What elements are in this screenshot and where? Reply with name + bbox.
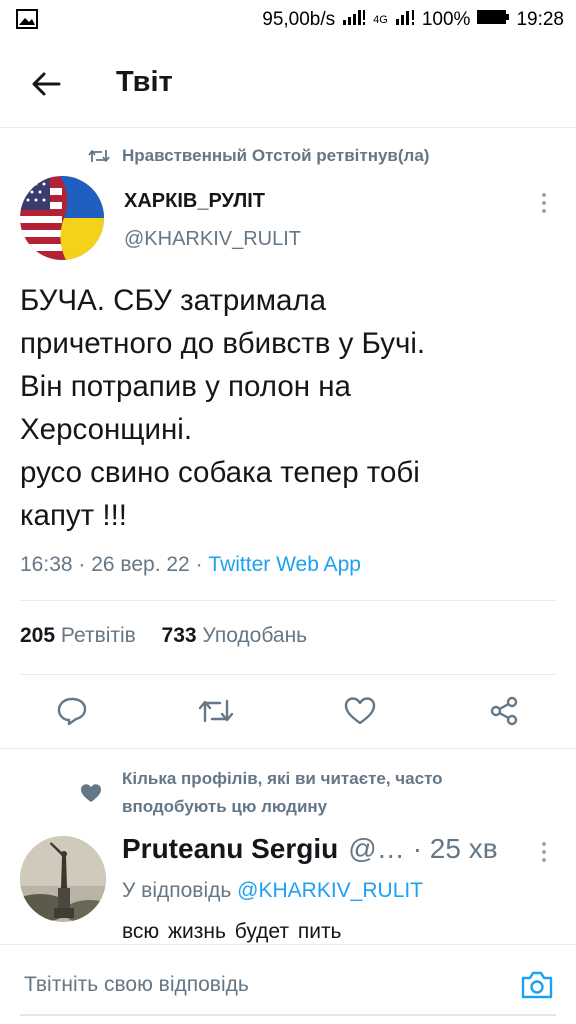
heart-icon [344,697,376,725]
reply-to-handle[interactable]: @KHARKIV_RULIT [237,879,423,902]
reply-author-handle[interactable]: @… [348,833,404,865]
tweet-source-link[interactable]: Twitter Web App [208,553,361,576]
signal-4g-icon [394,8,416,32]
tweet-text-line: Херсонщині. [20,413,193,446]
tweet-text-line: русо свино собака тепер тобі [20,456,420,489]
camera-icon [521,971,553,999]
likes-stat[interactable]: 733 Уподобань [162,624,308,647]
signal-icon [341,8,367,32]
author-handle[interactable]: @KHARKIV_RULIT [124,228,301,251]
reply-author-name[interactable]: Pruteanu Sergiu [122,833,338,865]
camera-button[interactable] [519,967,555,1003]
input-underline [20,1014,556,1016]
reply-text: всю жизнь будет пить [122,920,342,943]
tweet-text: БУЧА. СБУ затримала причетного до вбивст… [20,279,560,537]
share-button[interactable] [486,693,522,729]
more-vertical-icon[interactable] [536,840,552,864]
tweet-text-line: причетного до вбивств у Бучі. [20,327,426,360]
top-bar: Твіт [0,40,576,128]
avatar[interactable] [20,176,104,260]
network-type: 4G [373,14,388,26]
tweet-time: 16:38 [20,553,73,576]
battery-icon [476,8,510,32]
tweet-text-line: БУЧА. СБУ затримала [20,284,327,317]
reply-time: · 25 хв [412,833,498,864]
likes-count: 733 [161,624,197,647]
page-title: Твіт [116,66,173,98]
likes-label: Уподобань [202,624,308,647]
tweet-stats: 205 Ретвітів 733 Уподобань [20,624,307,648]
reply-icon [57,697,87,726]
divider [20,674,556,675]
status-bar: 95,00b/s 4G 100% 19:28 [0,0,576,40]
retweet-icon [88,150,110,162]
gallery-notification-icon [16,9,38,35]
retweet-icon [198,699,234,723]
social-context-text: Кілька профілів, які ви читаєте, часто в… [122,769,443,816]
divider [20,600,556,601]
divider [0,748,576,749]
reply-to-label: У відповідь [122,879,232,902]
reply-to: У відповідь @KHARKIV_RULIT [122,879,423,903]
network-speed: 95,00b/s [262,9,336,30]
reply-input[interactable]: Твітніть свою відповідь [24,973,249,997]
reply-avatar[interactable] [20,836,106,922]
share-icon [490,696,518,726]
compose-bar: Твітніть свою відповідь [0,944,576,1024]
retweet-button[interactable] [198,693,234,729]
tweet-meta: 16:38 · 26 вер. 22 · Twitter Web App [20,553,361,576]
retweet-context-label: Нравственный Отстой ретвітнув(ла) [122,146,430,165]
tweet-date: 26 вер. 22 [91,553,190,576]
retweets-count: 205 [20,624,56,647]
author-name[interactable]: ХАРКІВ_РУЛІТ [124,190,265,213]
like-button[interactable] [342,693,378,729]
retweets-stat[interactable]: 205 Ретвітів [20,624,136,647]
clock: 19:28 [516,9,564,30]
reply-header: Pruteanu Sergiu @… · 25 хв [122,833,498,865]
tweet-text-line: капут !!! [20,499,127,532]
retweet-context[interactable]: Нравственный Отстой ретвітнув(ла) [88,146,429,166]
tweet-text-line: Він потрапив у полон на [20,370,351,403]
battery-percent: 100% [421,9,471,30]
arrow-left-icon [32,72,61,96]
retweets-label: Ретвітів [60,624,136,647]
back-button[interactable] [28,66,64,102]
heart-filled-icon [80,783,102,808]
more-vertical-icon[interactable] [534,190,554,216]
reply-button[interactable] [54,693,90,729]
